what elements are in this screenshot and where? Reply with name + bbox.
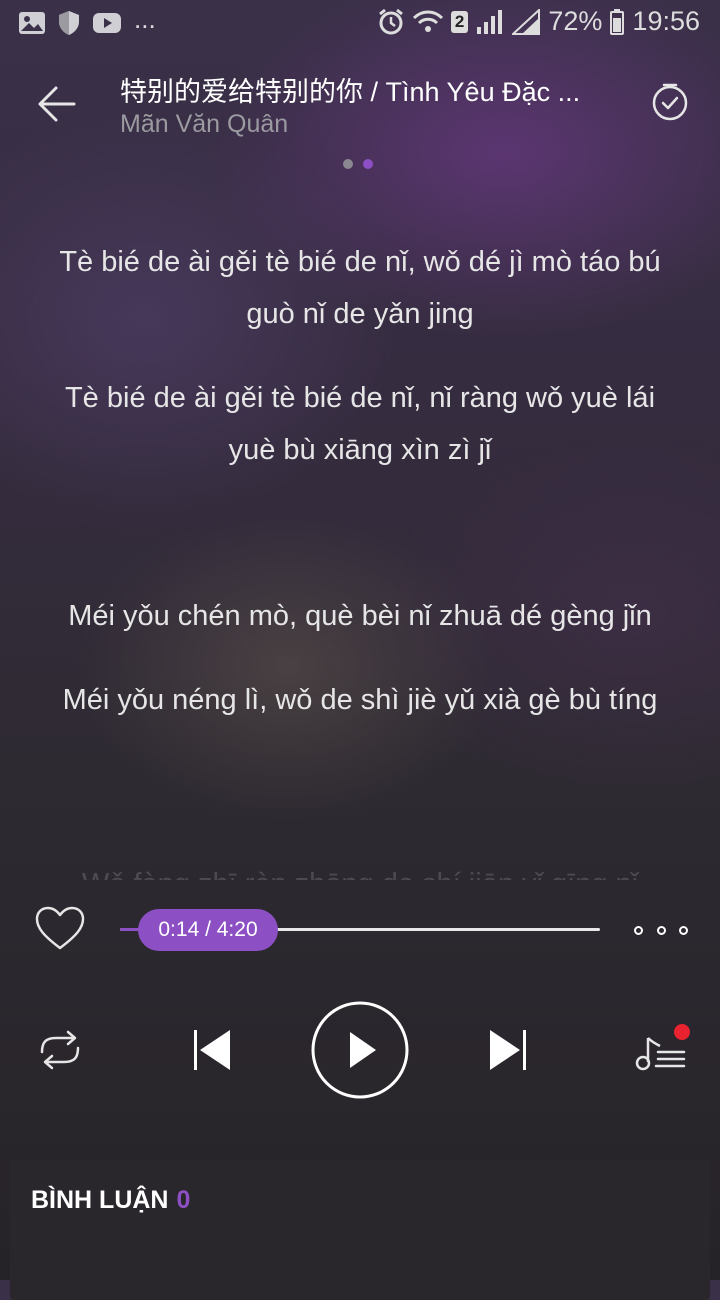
- back-arrow-icon[interactable]: [34, 82, 78, 126]
- comments-section[interactable]: BÌNH LUẬN 0: [10, 1160, 710, 1300]
- status-overflow: ...: [134, 3, 156, 34]
- status-left: ...: [18, 4, 156, 36]
- pager-dot-1[interactable]: [343, 159, 353, 169]
- heart-icon[interactable]: [34, 904, 86, 956]
- comments-count: 0: [176, 1186, 191, 1214]
- more-icon[interactable]: [634, 918, 688, 942]
- time-display: 0:14 / 4:20: [158, 918, 258, 941]
- signal-icon: [477, 9, 503, 34]
- repeat-icon[interactable]: [34, 1026, 86, 1074]
- battery-percent: 72%: [548, 6, 603, 36]
- song-title: 特别的爱给特别的你 / Tình Yêu Đặc ...: [120, 77, 581, 107]
- seek-handle[interactable]: 0:14 / 4:20: [138, 909, 278, 951]
- status-bar: ... 2 72% 19:56: [0, 0, 720, 50]
- timer-icon[interactable]: [650, 82, 690, 122]
- sim-badge: 2: [450, 10, 469, 33]
- comments-header: BÌNH LUẬN 0: [31, 1186, 190, 1215]
- gallery-icon: [19, 12, 45, 34]
- battery-icon: [610, 8, 625, 35]
- lyric-line: Tè bié de ài gěi tè bié de nǐ, wǒ dé jì …: [59, 246, 661, 330]
- artist-name[interactable]: Mãn Văn Quân: [120, 110, 288, 139]
- next-icon[interactable]: [486, 1026, 530, 1074]
- lyric-line-faded: Wǒ fàng zhī rèn zhōng de shí jiān yǐ qīn…: [50, 858, 670, 880]
- youtube-icon: [93, 13, 121, 33]
- pager-dots: [343, 159, 373, 169]
- clock: 19:56: [632, 6, 700, 36]
- status-right: 2 72% 19:56: [377, 6, 700, 37]
- comments-title: BÌNH LUẬN: [31, 1186, 169, 1214]
- wifi-icon: [412, 10, 443, 32]
- lyric-line: Tè bié de ài gěi tè bié de nǐ, nǐ ràng w…: [64, 382, 656, 466]
- alarm-icon: [378, 8, 403, 34]
- play-icon[interactable]: [310, 1000, 410, 1100]
- lyrics-panel[interactable]: Tè bié de ài gěi tè bié de nǐ, wǒ dé jì …: [50, 236, 670, 726]
- lyric-line: Méi yǒu néng lì, wǒ de shì jiè yǔ xià gè…: [62, 684, 658, 716]
- signal-icon-2: [512, 8, 541, 35]
- playlist-notification-badge: [674, 1024, 690, 1040]
- pager-dot-2[interactable]: [363, 159, 373, 169]
- previous-icon[interactable]: [190, 1026, 234, 1074]
- shield-icon: [59, 11, 79, 35]
- lyric-line: Méi yǒu chén mò, què bèi nǐ zhuā dé gèng…: [68, 600, 652, 632]
